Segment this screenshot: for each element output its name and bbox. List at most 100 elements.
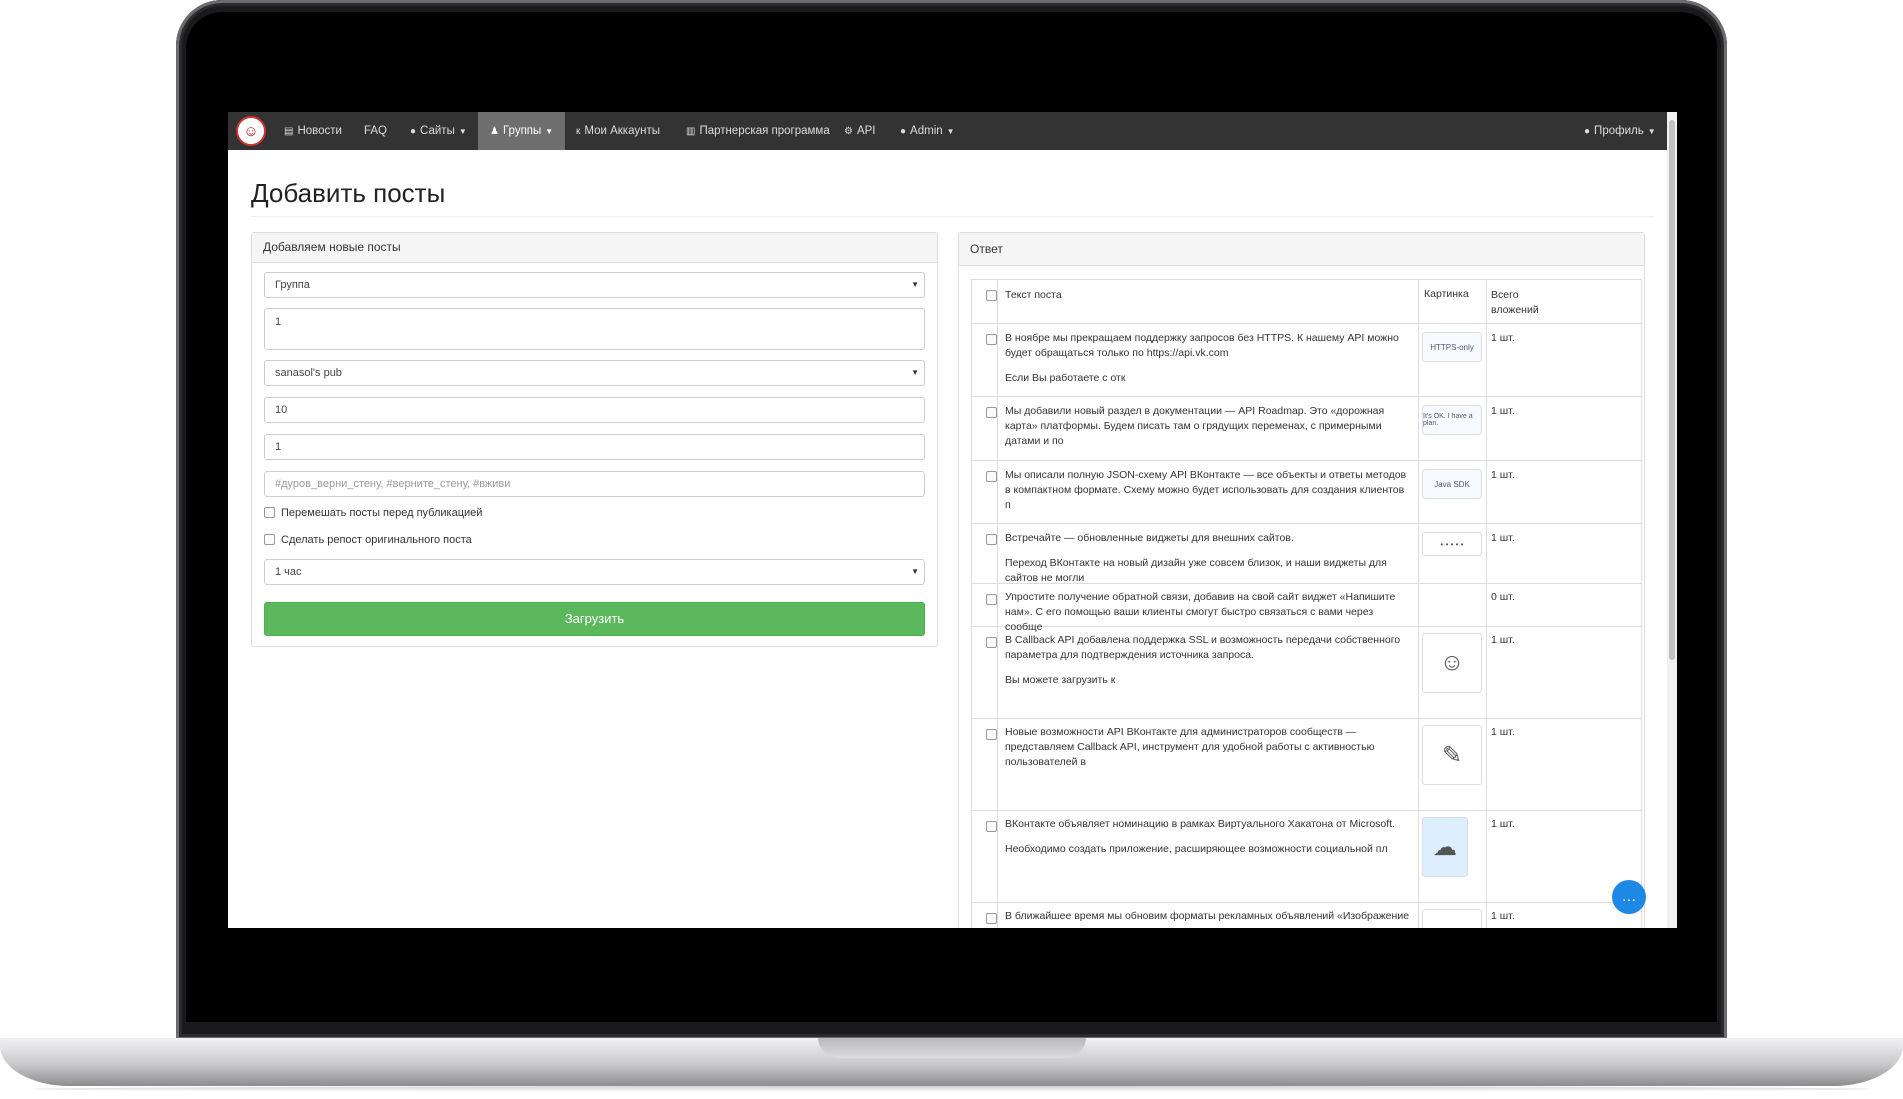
- nav-admin[interactable]: ● Admin ▼: [900, 112, 955, 150]
- table-row: Встречайте — обновленные виджеты для вне…: [972, 524, 1641, 584]
- caret-down-icon: ▼: [1647, 127, 1656, 136]
- add-posts-panel: Добавляем новые посты Группа ▼ 1 sanasol'…: [251, 232, 938, 647]
- post-thumbnail: HTTPS-only: [1422, 332, 1482, 362]
- post-text: Мы описали полную JSON-схему API ВКонтак…: [1005, 468, 1410, 513]
- attachments-count: 1 шт.: [1491, 532, 1515, 544]
- attachments-count: 1 шт.: [1491, 818, 1515, 830]
- post-thumbnail: • • • • •: [1422, 532, 1482, 556]
- post-text-line: ВКонтакте объявляет номинацию в рамках В…: [1005, 818, 1395, 830]
- table-row: Мы добавили новый раздел в документации …: [972, 397, 1641, 461]
- response-table: Текст поста Картинка Всего вложений В но…: [971, 279, 1642, 928]
- shuffle-checkbox[interactable]: [264, 506, 275, 518]
- caret-down-icon: ▼: [458, 127, 467, 136]
- table-row: В ближайшее время мы обновим форматы рек…: [972, 903, 1641, 928]
- scrollbar-thumb[interactable]: [1669, 120, 1675, 660]
- row-checkbox[interactable]: [986, 594, 997, 605]
- attachments-count: 1 шт.: [1491, 634, 1515, 646]
- logo-icon[interactable]: ☺: [236, 116, 266, 146]
- post-image: It's OK. I have a plan.: [1422, 405, 1486, 435]
- upload-button[interactable]: Загрузить: [264, 602, 925, 636]
- row-checkbox[interactable]: [986, 334, 997, 345]
- nav-faq[interactable]: FAQ: [364, 112, 387, 150]
- row-checkbox[interactable]: [986, 407, 997, 418]
- post-text-line: Встречайте — обновленные виджеты для вне…: [1005, 532, 1294, 544]
- table-row: В Callback API добавлена поддержка SSL и…: [972, 627, 1641, 719]
- select-all-checkbox[interactable]: [986, 290, 997, 301]
- repost-checkbox-row[interactable]: Сделать репост оригинального поста: [264, 532, 472, 548]
- tags-input-placeholder: #дуров_верни_стену, #верните_стену, #вжи…: [275, 478, 511, 490]
- group-select[interactable]: Группа ▼: [264, 272, 925, 298]
- offset-input-value: 1: [275, 441, 282, 453]
- post-text: В ноябре мы прекращаем поддержку запросо…: [1005, 331, 1410, 386]
- post-image: Java SDK: [1422, 469, 1486, 499]
- nav-profile[interactable]: ● Профиль ▼: [1584, 112, 1656, 150]
- ids-textarea[interactable]: 1: [264, 308, 925, 350]
- shuffle-checkbox-row[interactable]: Перемешать посты перед публикацией: [264, 505, 482, 521]
- source-select[interactable]: sanasol's pub ▼: [264, 360, 925, 386]
- table-row: Новые возможности API ВКонтакте для адми…: [972, 719, 1641, 811]
- attachments-count: 0 шт.: [1491, 591, 1515, 603]
- nav-admin-label: Admin: [910, 125, 943, 137]
- post-text-line: Если Вы работаете с отк: [1005, 372, 1126, 384]
- group-select-value: Группа: [275, 279, 310, 291]
- nav-api-label: API: [856, 125, 876, 137]
- tags-input[interactable]: #дуров_верни_стену, #верните_стену, #вжи…: [264, 471, 925, 497]
- row-checkbox[interactable]: [986, 637, 997, 648]
- nav-sites-label: Сайты: [420, 125, 455, 137]
- nav-partner[interactable]: ▥ Партнерская программа: [686, 112, 830, 150]
- post-text-line: Переход ВКонтакте на новый дизайн уже со…: [1005, 557, 1387, 584]
- post-thumbnail-illustration: ✎: [1422, 725, 1482, 785]
- post-text: Новые возможности API ВКонтакте для адми…: [1005, 725, 1410, 770]
- column-header-total: Всего вложений: [1491, 288, 1539, 318]
- nav-sites[interactable]: ● Сайты ▼: [410, 112, 467, 150]
- post-image: ✎: [1422, 725, 1486, 785]
- users-icon: ♟: [490, 126, 499, 137]
- nav-groups-label: Группы: [502, 125, 542, 137]
- nav-faq-label: FAQ: [364, 125, 388, 137]
- column-header-total-line1: Всего: [1491, 289, 1519, 301]
- row-checkbox[interactable]: [986, 471, 997, 482]
- repost-checkbox[interactable]: [264, 533, 275, 545]
- post-image: [1422, 909, 1486, 928]
- row-checkbox[interactable]: [986, 821, 997, 832]
- row-checkbox[interactable]: [986, 534, 997, 545]
- chat-icon[interactable]: …: [1612, 880, 1646, 914]
- post-text: В Callback API добавлена поддержка SSL и…: [1005, 633, 1410, 688]
- nav-api[interactable]: ⚙ API: [844, 112, 876, 150]
- user-icon: ●: [900, 126, 907, 137]
- post-text-line: Необходимо создать приложение, расширяющ…: [1005, 843, 1388, 855]
- nav-accounts-label: Мои Аккаунты: [584, 125, 660, 137]
- post-text-line: В Callback API добавлена поддержка SSL и…: [1005, 634, 1401, 661]
- post-thumbnail: Java SDK: [1422, 469, 1482, 499]
- newspaper-icon: ▤: [284, 126, 294, 137]
- response-panel: Ответ Текст поста Картинка Всего вложени…: [958, 232, 1645, 928]
- offset-input[interactable]: 1: [264, 434, 925, 460]
- nav-news-label: Новости: [297, 125, 342, 137]
- column-header-image: Картинка: [1424, 288, 1469, 300]
- post-text: ВКонтакте объявляет номинацию в рамках В…: [1005, 817, 1410, 857]
- post-text: Встречайте — обновленные виджеты для вне…: [1005, 531, 1410, 586]
- nav-partner-label: Партнерская программа: [699, 125, 830, 137]
- table-row: В ноябре мы прекращаем поддержку запросо…: [972, 324, 1641, 397]
- nav-groups[interactable]: ♟ Группы ▼: [478, 112, 566, 150]
- attachments-count: 1 шт.: [1491, 469, 1515, 481]
- post-text: Мы добавили новый раздел в документации …: [1005, 404, 1410, 449]
- nav-accounts[interactable]: к Мои Аккаунты: [576, 112, 660, 150]
- caret-down-icon: ▼: [946, 127, 955, 136]
- shuffle-label: Перемешать посты перед публикацией: [281, 507, 483, 519]
- row-checkbox[interactable]: [986, 913, 997, 924]
- nav-profile-label: Профиль: [1594, 125, 1644, 137]
- attachments-count: 1 шт.: [1491, 910, 1515, 922]
- post-text-line: В ближайшее время мы обновим форматы рек…: [1005, 910, 1410, 928]
- post-text: В ближайшее время мы обновим форматы рек…: [1005, 909, 1410, 928]
- attachments-count: 1 шт.: [1491, 405, 1515, 417]
- post-text-line: Вы можете загрузить к: [1005, 674, 1116, 686]
- nav-news[interactable]: ▤ Новости: [284, 112, 342, 150]
- column-header-total-line2: вложений: [1491, 304, 1539, 316]
- laptop-shadow: [30, 1086, 1873, 1092]
- post-text-line: В ноябре мы прекращаем поддержку запросо…: [1005, 332, 1399, 359]
- response-heading: Ответ: [959, 233, 1644, 266]
- count-input[interactable]: 10: [264, 397, 925, 423]
- interval-select[interactable]: 1 час ▼: [264, 559, 925, 585]
- row-checkbox[interactable]: [986, 729, 997, 740]
